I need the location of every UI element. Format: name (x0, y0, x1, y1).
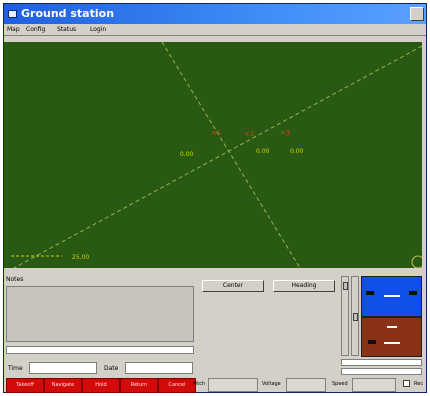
window-title: Ground station (21, 7, 115, 20)
waypoint-marker: ×2 (244, 130, 254, 138)
title-bar: Ground station (4, 4, 426, 24)
pitch-label: Pitch (193, 381, 206, 387)
attitude-pointer (366, 291, 374, 295)
hold-button[interactable]: Hold (82, 378, 120, 393)
maximize-button[interactable] (410, 7, 424, 21)
notes-textarea[interactable] (6, 286, 194, 342)
waypoint-marker: ×3 (280, 129, 290, 137)
roll-slider-thumb[interactable] (353, 313, 358, 321)
menu-login[interactable]: Login (90, 26, 106, 33)
throttle-bar[interactable] (341, 359, 422, 366)
menu-status[interactable]: Status (57, 26, 76, 33)
pitch-marker (384, 342, 400, 344)
map-label-2: 0.00 (256, 148, 270, 155)
attitude-ground (361, 317, 422, 357)
scale-label: 25.00 (72, 254, 89, 261)
record-checkbox[interactable] (403, 380, 410, 387)
attitude-pointer (409, 291, 417, 295)
return-button[interactable]: Return (120, 378, 158, 393)
map-label-3: 0.00 (290, 148, 304, 155)
center-button[interactable]: Center (202, 280, 264, 292)
horizon-marker (384, 295, 400, 297)
notes-label: Notes (6, 276, 24, 283)
attitude-pointer (368, 340, 376, 344)
date-field[interactable] (125, 362, 193, 374)
voltage-value (286, 378, 326, 392)
takeoff-button[interactable]: Takeoff (6, 378, 44, 393)
time-label: Time (8, 365, 23, 372)
heading-button[interactable]: Heading (273, 280, 335, 292)
command-bar: Takeoff Navigate Hold Return Cancel (6, 378, 196, 393)
time-field[interactable] (29, 362, 97, 374)
menu-config[interactable]: Config (26, 26, 45, 33)
roll-slider[interactable] (351, 276, 359, 356)
navigate-button[interactable]: Navigate (44, 378, 82, 393)
map-grid-line (13, 45, 422, 268)
app-icon (8, 10, 17, 18)
record-label: Rec (414, 381, 424, 387)
trim-bar[interactable] (341, 368, 422, 375)
cancel-button[interactable]: Cancel (158, 378, 196, 393)
speed-label: Speed (332, 381, 348, 387)
pitch-slider[interactable] (341, 276, 349, 356)
waypoint-marker: ×1 (211, 129, 221, 137)
compass-icon (411, 255, 422, 268)
map-view[interactable]: ×1 ×2 ×3 0.00 0.00 0.00 25.00 (4, 42, 422, 268)
menu-map[interactable]: Map (7, 26, 20, 33)
pitch-marker (387, 326, 397, 328)
menu-bar: Map Config Status Login (4, 24, 426, 36)
pitch-slider-thumb[interactable] (343, 282, 348, 290)
voltage-label: Voltage (262, 381, 281, 387)
date-label: Date (104, 365, 119, 372)
pitch-value (208, 378, 258, 392)
map-canvas: ×1 ×2 ×3 0.00 0.00 0.00 25.00 (11, 42, 422, 268)
speed-value (352, 378, 396, 392)
attitude-sky (361, 276, 422, 317)
map-label-1: 0.00 (180, 151, 194, 158)
notes-input[interactable] (6, 346, 194, 354)
